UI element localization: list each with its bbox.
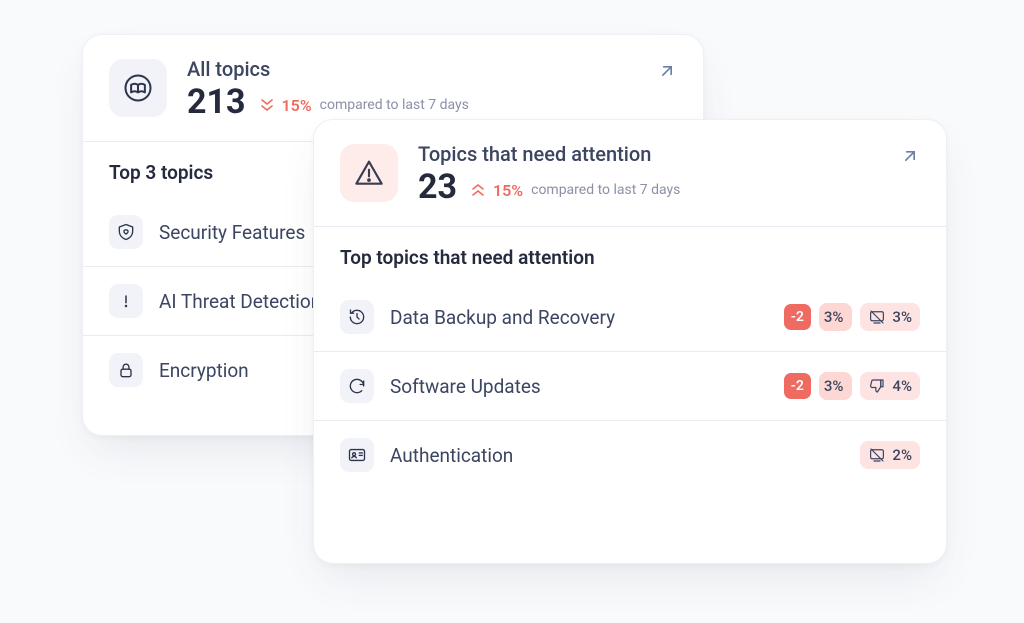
no-screen-icon [868,446,886,464]
badge-group: -2 3% 3% [784,303,920,331]
list-item[interactable]: Authentication 2% [314,420,946,489]
open-link-arrow[interactable] [655,59,679,83]
card-value: 213 [187,85,246,119]
metric-badge: 4% [860,372,920,400]
badge-group: 2% [860,441,920,469]
topic-list: Data Backup and Recovery -2 3% 3% S [314,283,946,489]
badge-group: -2 3% 4% [784,372,920,400]
section-title: Top topics that need attention [314,227,946,283]
card-title: All topics [187,57,469,81]
score-badge: -2 [784,373,811,399]
metric-badge: 2% [860,441,920,469]
alert-triangle-icon [340,144,398,202]
history-icon [340,300,374,334]
list-item-label: Authentication [390,444,513,467]
chevron-up-icon [471,182,485,198]
open-link-arrow[interactable] [898,144,922,168]
list-item[interactable]: Software Updates -2 3% 4% [314,351,946,420]
list-item[interactable]: Data Backup and Recovery -2 3% 3% [314,283,946,351]
list-item-label: Security Features [159,221,305,244]
trend-indicator: 15% compared to last 7 days [260,96,469,115]
list-item-label: Encryption [159,359,249,382]
list-item-label: Data Backup and Recovery [390,306,615,329]
list-item-label: AI Threat Detection [159,290,321,313]
score-badge: -2 [784,304,811,330]
metric-badge: 3% [860,303,920,331]
attention-topics-card: Topics that need attention 23 15% compar… [313,119,947,564]
id-card-icon [340,438,374,472]
book-icon [109,59,167,117]
chevron-down-icon [260,97,274,113]
thumb-down-icon [868,377,886,395]
score-badge: 3% [819,303,853,331]
card-title: Topics that need attention [418,142,680,166]
score-badge: 3% [819,372,853,400]
alert-bar-icon [109,284,143,318]
no-screen-icon [868,308,886,326]
shield-heart-icon [109,215,143,249]
card-header: Topics that need attention 23 15% compar… [314,120,946,227]
refresh-icon [340,369,374,403]
list-item-label: Software Updates [390,375,541,398]
trend-indicator: 15% compared to last 7 days [471,181,680,200]
lock-icon [109,353,143,387]
card-value: 23 [418,170,457,204]
